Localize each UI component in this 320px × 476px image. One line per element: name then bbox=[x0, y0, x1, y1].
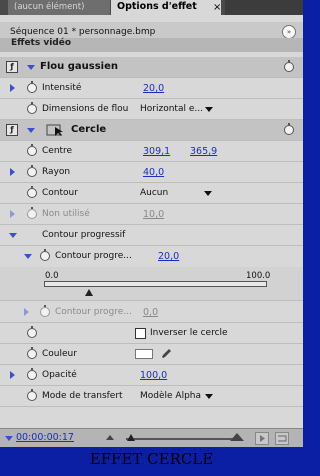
stopwatch-icon bbox=[27, 207, 37, 219]
color-swatch[interactable] bbox=[135, 349, 153, 359]
stopwatch-icon bbox=[40, 305, 50, 317]
slider-thumb[interactable] bbox=[84, 289, 93, 296]
intensite-label: Intensité bbox=[42, 83, 82, 93]
effect-name-flou: Flou gaussien bbox=[40, 61, 118, 72]
contour-label: Contour bbox=[42, 188, 78, 198]
non-utilise-label: Non utilisé bbox=[42, 209, 90, 219]
fx-toggle-icon[interactable]: ƒ bbox=[6, 61, 18, 73]
sequence-clip-label: Séquence 01 * personnage.bmp bbox=[10, 27, 156, 37]
slider-area: 0.0 100.0 bbox=[0, 267, 303, 301]
chevron-down-icon[interactable] bbox=[205, 394, 213, 399]
param-row-contour: Contour Aucun bbox=[0, 183, 303, 204]
stopwatch-icon[interactable] bbox=[40, 249, 50, 261]
param-row-dimensions: Dimensions de flou Horizontal e... bbox=[0, 99, 303, 120]
param-row-non-utilise: Non utilisé 10,0 bbox=[0, 204, 303, 225]
loop-icon[interactable] bbox=[275, 432, 289, 445]
slider-track[interactable] bbox=[44, 281, 267, 287]
inverser-label: Inverser le cercle bbox=[150, 328, 228, 338]
stopwatch-icon[interactable] bbox=[27, 165, 37, 177]
expand-arrow-icon[interactable] bbox=[10, 168, 15, 176]
collapse-arrow-icon[interactable] bbox=[9, 233, 17, 238]
centre-y-value[interactable]: 365,9 bbox=[190, 146, 217, 157]
dimensions-dropdown[interactable]: Horizontal e... bbox=[140, 104, 203, 114]
inverser-checkbox[interactable] bbox=[135, 328, 146, 339]
expand-arrow-icon[interactable] bbox=[10, 210, 15, 218]
param-row-couleur: Couleur bbox=[0, 344, 303, 365]
param-row-inverser: Inverser le cercle bbox=[0, 323, 303, 344]
opacite-label: Opacité bbox=[42, 370, 77, 380]
chevron-down-icon[interactable] bbox=[204, 191, 212, 196]
close-icon[interactable]: × bbox=[213, 2, 221, 13]
slider-max-label: 100.0 bbox=[246, 271, 271, 281]
collapse-arrow-icon[interactable] bbox=[27, 65, 35, 70]
stopwatch-icon[interactable] bbox=[27, 81, 37, 93]
param-row-intensite: Intensité 20,0 bbox=[0, 78, 303, 99]
stopwatch-icon[interactable] bbox=[27, 389, 37, 401]
contour-progressif-label: Contour progressif bbox=[42, 230, 126, 240]
zoom-out-icon[interactable] bbox=[106, 435, 114, 440]
mode-dropdown[interactable]: Modèle Alpha bbox=[140, 391, 201, 401]
stopwatch-icon[interactable] bbox=[27, 347, 37, 359]
effect-row-cercle[interactable]: ƒ Cercle bbox=[0, 120, 303, 141]
dimensions-label: Dimensions de flou bbox=[42, 104, 129, 114]
timeline-footer: 00:00:00:17 bbox=[0, 428, 303, 447]
opacite-value[interactable]: 100,0 bbox=[140, 370, 167, 381]
centre-label: Centre bbox=[42, 146, 73, 156]
group-row-contour-progressif[interactable]: Contour progressif bbox=[0, 225, 303, 246]
tab-source[interactable]: (aucun élément) bbox=[8, 0, 110, 15]
eyedropper-icon[interactable] bbox=[161, 348, 172, 360]
section-header: Effets vidéo bbox=[0, 38, 303, 52]
expand-arrow-icon[interactable] bbox=[10, 84, 15, 92]
contour-dropdown[interactable]: Aucun bbox=[140, 188, 168, 198]
stopwatch-icon[interactable] bbox=[27, 102, 37, 114]
contour-progre2-label: Contour progre... bbox=[55, 307, 132, 317]
zoom-in-icon[interactable] bbox=[230, 433, 244, 441]
effect-name-cercle: Cercle bbox=[71, 124, 107, 135]
rayon-label: Rayon bbox=[42, 167, 71, 177]
expand-arrow-icon[interactable] bbox=[10, 371, 15, 379]
collapse-arrow-icon[interactable] bbox=[27, 128, 35, 133]
couleur-label: Couleur bbox=[42, 349, 77, 359]
collapse-arrow-icon[interactable] bbox=[5, 436, 13, 441]
contour-progre-value[interactable]: 20,0 bbox=[158, 251, 179, 262]
effect-options-panel: (aucun élément) Options d'effet × Séquen… bbox=[0, 0, 303, 447]
non-utilise-value: 10,0 bbox=[143, 209, 165, 220]
slider-min-label: 0.0 bbox=[45, 271, 59, 281]
tab-bar: (aucun élément) Options d'effet × bbox=[0, 0, 303, 15]
reset-icon[interactable] bbox=[284, 60, 294, 72]
param-row-mode: Mode de transfert Modèle Alpha bbox=[0, 386, 303, 407]
param-row-rayon: Rayon 40,0 bbox=[0, 162, 303, 183]
param-row-opacite: Opacité 100,0 bbox=[0, 365, 303, 386]
stopwatch-icon[interactable] bbox=[27, 326, 37, 338]
chevron-down-icon[interactable] bbox=[205, 107, 213, 112]
forward-menu-icon[interactable]: » bbox=[282, 25, 296, 39]
fx-toggle-icon[interactable]: ƒ bbox=[6, 124, 18, 136]
tab-effect-options[interactable]: Options d'effet bbox=[111, 0, 221, 15]
stopwatch-icon[interactable] bbox=[27, 186, 37, 198]
effect-row-flou-gaussien[interactable]: ƒ Flou gaussien bbox=[0, 57, 303, 78]
intensite-value[interactable]: 20,0 bbox=[143, 83, 164, 94]
contour-progre-label: Contour progre... bbox=[55, 251, 132, 261]
stopwatch-icon[interactable] bbox=[27, 144, 37, 156]
contour-progre2-value: 0,0 bbox=[143, 307, 159, 318]
centre-x-value[interactable]: 309,1 bbox=[143, 146, 170, 157]
expand-arrow-icon[interactable] bbox=[24, 308, 29, 316]
mode-label: Mode de transfert bbox=[42, 391, 123, 401]
reset-icon[interactable] bbox=[284, 123, 294, 135]
stopwatch-icon[interactable] bbox=[27, 368, 37, 380]
param-row-contour-progre: Contour progre... 20,0 bbox=[0, 246, 303, 267]
caption: EFFET CERCLE bbox=[89, 450, 214, 468]
tab-bar-filler bbox=[225, 0, 303, 15]
section-title: Effets vidéo bbox=[11, 38, 72, 48]
param-row-centre: Centre 309,1 365,9 bbox=[0, 141, 303, 162]
param-row-contour-progre-2: Contour progre... 0,0 bbox=[0, 302, 303, 323]
zoom-thumb[interactable] bbox=[127, 434, 135, 441]
play-clip-icon[interactable] bbox=[255, 432, 269, 445]
motion-handle-icon[interactable] bbox=[46, 124, 68, 137]
zoom-slider[interactable] bbox=[126, 438, 236, 440]
collapse-arrow-icon[interactable] bbox=[24, 254, 32, 259]
rayon-value[interactable]: 40,0 bbox=[143, 167, 164, 178]
timecode[interactable]: 00:00:00:17 bbox=[16, 432, 74, 443]
